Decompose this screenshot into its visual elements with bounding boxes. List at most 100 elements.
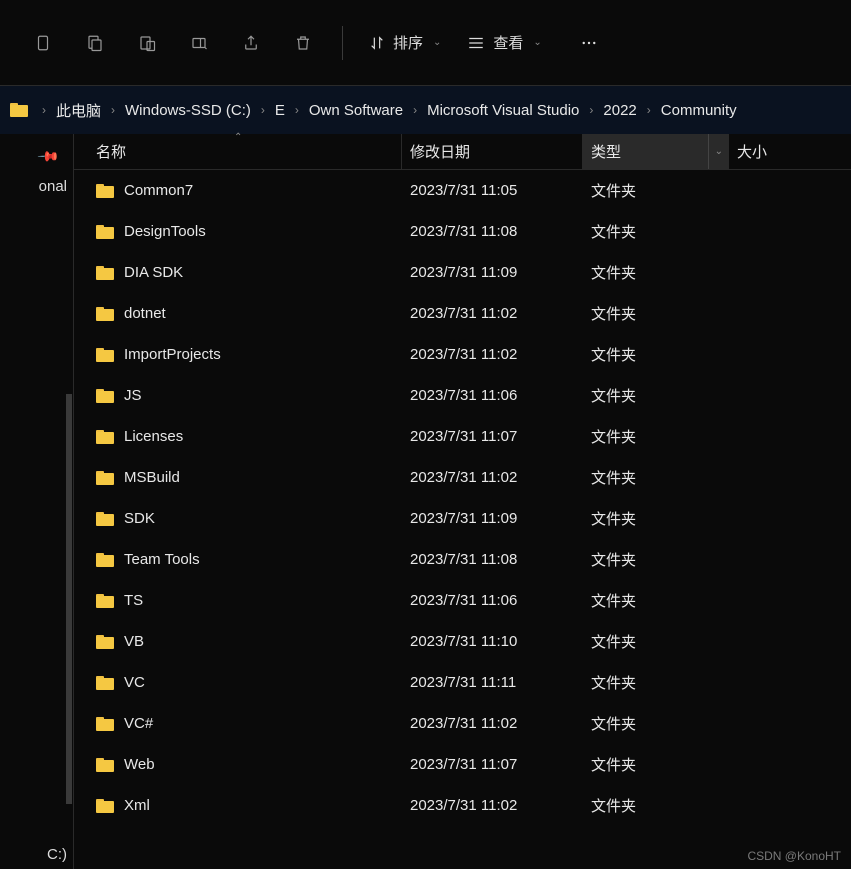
table-row[interactable]: Team Tools2023/7/31 11:08文件夹 <box>74 539 851 580</box>
breadcrumb-item[interactable]: Community <box>659 98 739 123</box>
file-name: DesignTools <box>124 223 206 240</box>
cell-date: 2023/7/31 11:02 <box>402 715 583 732</box>
cell-name: MSBuild <box>74 469 402 486</box>
breadcrumb-item[interactable]: Microsoft Visual Studio <box>425 98 581 123</box>
cell-type: 文件夹 <box>583 754 729 775</box>
table-row[interactable]: Web 2023/7/31 11:07文件夹 <box>74 744 851 785</box>
file-name: VC# <box>124 715 153 732</box>
sort-button[interactable]: 排序 ⌄ <box>365 26 445 59</box>
cell-date: 2023/7/31 11:08 <box>402 551 583 568</box>
table-row[interactable]: Common72023/7/31 11:05文件夹 <box>74 170 851 211</box>
folder-icon <box>96 553 114 567</box>
column-size[interactable]: 大小 <box>729 134 767 169</box>
chevron-right-icon: › <box>589 103 593 117</box>
cell-name: TS <box>74 592 402 609</box>
table-row[interactable]: ImportProjects2023/7/31 11:02文件夹 <box>74 334 851 375</box>
file-name: Licenses <box>124 428 183 445</box>
cell-date: 2023/7/31 11:07 <box>402 756 583 773</box>
cell-date: 2023/7/31 11:02 <box>402 469 583 486</box>
cell-type: 文件夹 <box>583 590 729 611</box>
cell-date: 2023/7/31 11:06 <box>402 387 583 404</box>
table-row[interactable]: TS 2023/7/31 11:06文件夹 <box>74 580 851 621</box>
column-size-label: 大小 <box>737 141 767 162</box>
cell-date: 2023/7/31 11:11 <box>402 674 583 691</box>
table-row[interactable]: Xml 2023/7/31 11:02文件夹 <box>74 785 851 826</box>
delete-button[interactable] <box>286 26 320 60</box>
table-row[interactable]: JS2023/7/31 11:06文件夹 <box>74 375 851 416</box>
breadcrumb-item[interactable]: 2022 <box>601 98 638 123</box>
table-row[interactable]: DesignTools2023/7/31 11:08文件夹 <box>74 211 851 252</box>
cell-date: 2023/7/31 11:02 <box>402 797 583 814</box>
cell-name: ImportProjects <box>74 346 402 363</box>
breadcrumb-item[interactable]: Windows-SSD (C:) <box>123 98 253 123</box>
column-type-label: 类型 <box>591 141 621 162</box>
chevron-right-icon: › <box>261 103 265 117</box>
chevron-down-icon[interactable]: ⌄ <box>708 134 723 169</box>
cell-type: 文件夹 <box>583 549 729 570</box>
table-row[interactable]: SDK2023/7/31 11:09文件夹 <box>74 498 851 539</box>
cell-name: Team Tools <box>74 551 402 568</box>
sidebar-item-label[interactable]: onal <box>39 178 67 195</box>
chevron-right-icon: › <box>647 103 651 117</box>
more-button[interactable] <box>572 26 606 60</box>
column-headers: 名称 ⌃ 修改日期 类型 ⌄ 大小 <box>74 134 851 170</box>
cell-name: Web <box>74 756 402 773</box>
view-icon <box>467 36 485 50</box>
cell-type: 文件夹 <box>583 262 729 283</box>
table-row[interactable]: dotnet2023/7/31 11:02文件夹 <box>74 293 851 334</box>
chevron-down-icon: ⌄ <box>533 37 541 48</box>
column-name[interactable]: 名称 ⌃ <box>74 134 402 169</box>
file-name: VB <box>124 633 144 650</box>
cell-type: 文件夹 <box>583 344 729 365</box>
sort-icon <box>369 35 385 51</box>
sidebar-item-label[interactable]: C:) <box>47 846 67 863</box>
cell-type: 文件夹 <box>583 795 729 816</box>
cell-date: 2023/7/31 11:07 <box>402 428 583 445</box>
file-name: TS <box>124 592 143 609</box>
cell-name: dotnet <box>74 305 402 322</box>
view-label: 查看 <box>493 32 523 53</box>
folder-icon <box>96 676 114 690</box>
cell-date: 2023/7/31 11:02 <box>402 305 583 322</box>
copy-button[interactable] <box>78 26 112 60</box>
table-row[interactable]: DIA SDK2023/7/31 11:09文件夹 <box>74 252 851 293</box>
scrollbar[interactable] <box>66 394 72 804</box>
file-name: Web <box>124 756 155 773</box>
folder-icon <box>96 635 114 649</box>
table-row[interactable]: VC#2023/7/31 11:02文件夹 <box>74 703 851 744</box>
cell-name: DIA SDK <box>74 264 402 281</box>
table-row[interactable]: MSBuild2023/7/31 11:02文件夹 <box>74 457 851 498</box>
cut-button[interactable] <box>26 26 60 60</box>
sidebar: 📌 onal C:) <box>0 134 74 869</box>
file-name: JS <box>124 387 142 404</box>
breadcrumb-item[interactable]: 此电脑 <box>54 96 103 125</box>
file-list-main: 名称 ⌃ 修改日期 类型 ⌄ 大小 Common72023/7/31 11:05… <box>74 134 851 869</box>
rename-button[interactable] <box>182 26 216 60</box>
share-button[interactable] <box>234 26 268 60</box>
breadcrumb-item[interactable]: E <box>273 98 287 123</box>
cell-date: 2023/7/31 11:10 <box>402 633 583 650</box>
pin-icon[interactable]: 📌 <box>36 144 60 168</box>
file-name: Common7 <box>124 182 193 199</box>
table-row[interactable]: VB2023/7/31 11:10文件夹 <box>74 621 851 662</box>
cell-date: 2023/7/31 11:09 <box>402 264 583 281</box>
column-date[interactable]: 修改日期 <box>402 134 583 169</box>
view-button[interactable]: 查看 ⌄ <box>463 26 545 59</box>
chevron-right-icon: › <box>42 103 46 117</box>
chevron-right-icon: › <box>413 103 417 117</box>
cell-date: 2023/7/31 11:09 <box>402 510 583 527</box>
table-row[interactable]: Licenses2023/7/31 11:07文件夹 <box>74 416 851 457</box>
breadcrumb-item[interactable]: Own Software <box>307 98 405 123</box>
cell-type: 文件夹 <box>583 303 729 324</box>
cell-date: 2023/7/31 11:06 <box>402 592 583 609</box>
table-row[interactable]: VC2023/7/31 11:11文件夹 <box>74 662 851 703</box>
folder-icon <box>96 512 114 526</box>
paste-button[interactable] <box>130 26 164 60</box>
breadcrumb: › 此电脑 › Windows-SSD (C:) › E › Own Softw… <box>0 86 851 134</box>
cell-name: DesignTools <box>74 223 402 240</box>
cell-name: Licenses <box>74 428 402 445</box>
chevron-right-icon: › <box>111 103 115 117</box>
column-type[interactable]: 类型 ⌄ <box>583 134 729 169</box>
cell-name: JS <box>74 387 402 404</box>
file-name: Xml <box>124 797 150 814</box>
